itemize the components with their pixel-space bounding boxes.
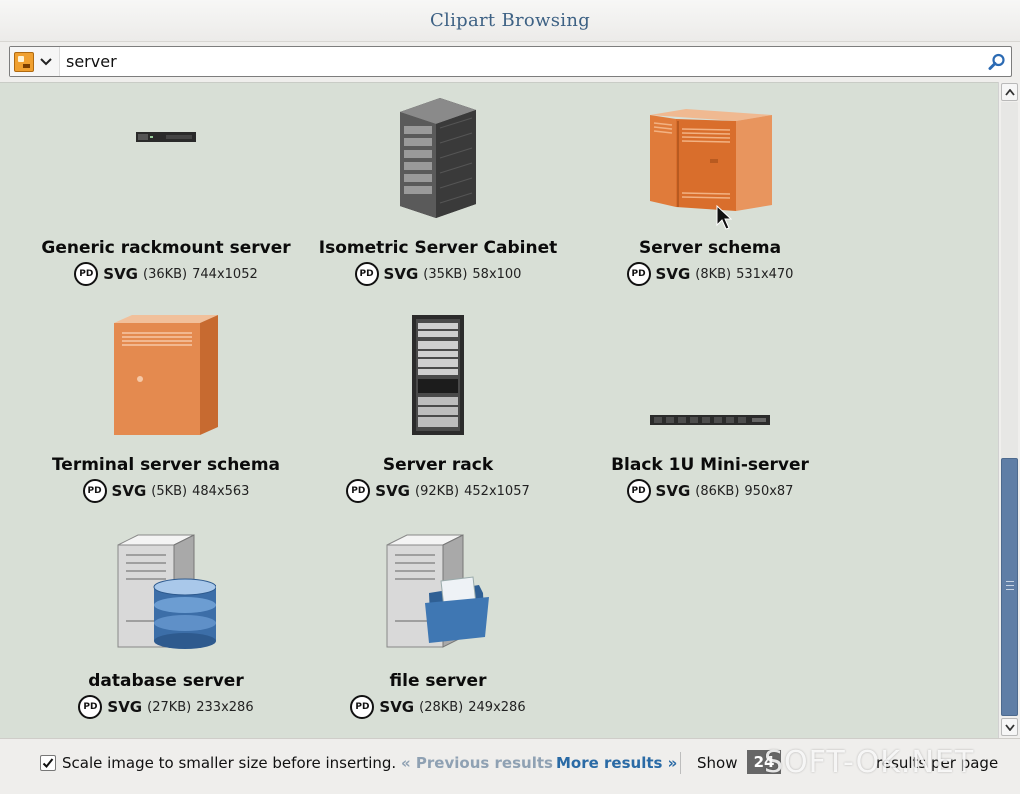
public-domain-icon: PD [626, 479, 651, 503]
search-row [0, 42, 1020, 82]
search-input[interactable] [60, 48, 983, 75]
result-dimensions: 452x1057 [464, 483, 530, 499]
result-title[interactable]: database server [26, 671, 306, 691]
result-format: SVG [383, 265, 419, 283]
scale-image-label[interactable]: Scale image to smaller size before inser… [62, 754, 396, 772]
result-meta: PD SVG (8KB) 531x470 [565, 260, 855, 288]
footer-divider [680, 752, 681, 774]
result-meta: PD SVG (36KB) 744x1052 [21, 260, 311, 288]
result-format: SVG [375, 482, 410, 500]
vertical-scrollbar[interactable] [998, 82, 1020, 738]
footer-bar: Scale image to smaller size before inser… [0, 738, 1020, 794]
result-size: (28KB) [419, 699, 464, 715]
result-title[interactable]: Terminal server schema [26, 455, 306, 475]
scrollbar-thumb[interactable] [1001, 458, 1018, 716]
result-meta: PD SVG (5KB) 484x563 [21, 477, 311, 505]
more-results-link[interactable]: More results » [556, 754, 677, 772]
result-dimensions: 484x563 [192, 483, 250, 499]
result-item[interactable]: Isometric Server Cabinet PD SVG (35KB) 5… [313, 88, 563, 298]
result-title[interactable]: Black 1U Mini-server [570, 455, 850, 475]
result-size: (92KB) [415, 483, 460, 499]
result-size: (86KB) [695, 483, 740, 499]
result-item[interactable]: Server rack PD SVG (92KB) 452x1057 [313, 305, 563, 515]
result-title[interactable]: Server schema [570, 238, 850, 258]
result-meta: PD SVG (86KB) 950x87 [565, 477, 855, 505]
result-item[interactable]: file server PD SVG (28KB) 249x286 [313, 521, 563, 731]
watermark: SOFT-OK.NET [764, 745, 975, 780]
checkmark-icon [42, 758, 54, 768]
public-domain-icon: PD [78, 695, 103, 719]
result-meta: PD SVG (27KB) 233x286 [21, 693, 311, 721]
result-meta: PD SVG (92KB) 452x1057 [293, 477, 583, 505]
search-icon [988, 53, 1005, 70]
result-dimensions: 249x286 [468, 699, 526, 715]
result-size: (35KB) [423, 266, 468, 282]
result-meta: PD SVG (28KB) 249x286 [293, 693, 583, 721]
result-format: SVG [655, 482, 691, 500]
result-meta: PD SVG (35KB) 58x100 [293, 260, 583, 288]
result-format: SVG [655, 265, 691, 283]
previous-results-link[interactable]: « Previous results [401, 754, 553, 772]
public-domain-icon: PD [626, 262, 651, 286]
result-format: SVG [379, 698, 415, 716]
result-item[interactable]: Terminal server schema PD SVG (5KB) 484x… [41, 305, 291, 515]
show-label: Show [697, 754, 738, 772]
result-title[interactable]: file server [298, 671, 578, 691]
search-button[interactable] [983, 47, 1011, 76]
file-server-thumbnail[interactable] [313, 521, 563, 661]
result-title[interactable]: Generic rackmount server [26, 238, 306, 258]
window-titlebar: Clipart Browsing [0, 0, 1020, 42]
server-rack-thumbnail[interactable] [313, 305, 563, 445]
public-domain-icon: PD [350, 695, 375, 719]
result-format: SVG [111, 482, 147, 500]
public-domain-icon: PD [346, 479, 371, 503]
result-dimensions: 58x100 [472, 266, 522, 282]
chevron-down-icon [40, 57, 52, 65]
terminal-server-thumbnail[interactable] [41, 305, 291, 445]
server-cabinet-thumbnail[interactable] [313, 88, 563, 228]
result-item[interactable]: database server PD SVG (27KB) 233x286 [41, 521, 291, 731]
result-size: (27KB) [147, 699, 192, 715]
scale-image-checkbox[interactable] [40, 755, 56, 771]
chevron-up-icon [1004, 88, 1015, 96]
result-title[interactable]: Server rack [298, 455, 578, 475]
result-dimensions: 950x87 [744, 483, 794, 499]
server-schema-thumbnail[interactable] [585, 88, 835, 228]
results-grid: Generic rackmount server PD SVG (36KB) 7… [0, 82, 998, 738]
result-format: SVG [107, 698, 143, 716]
scroll-up-button[interactable] [1001, 83, 1018, 101]
public-domain-icon: PD [82, 479, 107, 503]
search-box [9, 46, 1012, 77]
window-title: Clipart Browsing [429, 10, 591, 31]
provider-selector-button[interactable] [10, 47, 60, 76]
result-dimensions: 233x286 [196, 699, 254, 715]
scroll-down-button[interactable] [1001, 718, 1018, 736]
result-dimensions: 744x1052 [192, 266, 258, 282]
result-format: SVG [103, 265, 138, 283]
result-size: (8KB) [695, 266, 732, 282]
mini-server-thumbnail[interactable] [585, 305, 835, 445]
openclipart-logo-icon [14, 51, 34, 72]
result-size: (36KB) [143, 266, 188, 282]
database-server-thumbnail[interactable] [41, 521, 291, 661]
result-dimensions: 531x470 [736, 266, 794, 282]
public-domain-icon: PD [354, 262, 379, 286]
rackmount-server-thumbnail[interactable] [41, 88, 291, 228]
result-item[interactable]: Black 1U Mini-server PD SVG (86KB) 950x8… [585, 305, 835, 515]
result-item[interactable]: Server schema PD SVG (8KB) 531x470 [585, 88, 835, 298]
mouse-cursor-icon [716, 205, 732, 230]
public-domain-icon: PD [74, 262, 99, 286]
result-item[interactable]: Generic rackmount server PD SVG (36KB) 7… [41, 88, 291, 298]
chevron-down-icon [1004, 723, 1015, 731]
result-title[interactable]: Isometric Server Cabinet [298, 238, 578, 258]
result-size: (5KB) [151, 483, 188, 499]
